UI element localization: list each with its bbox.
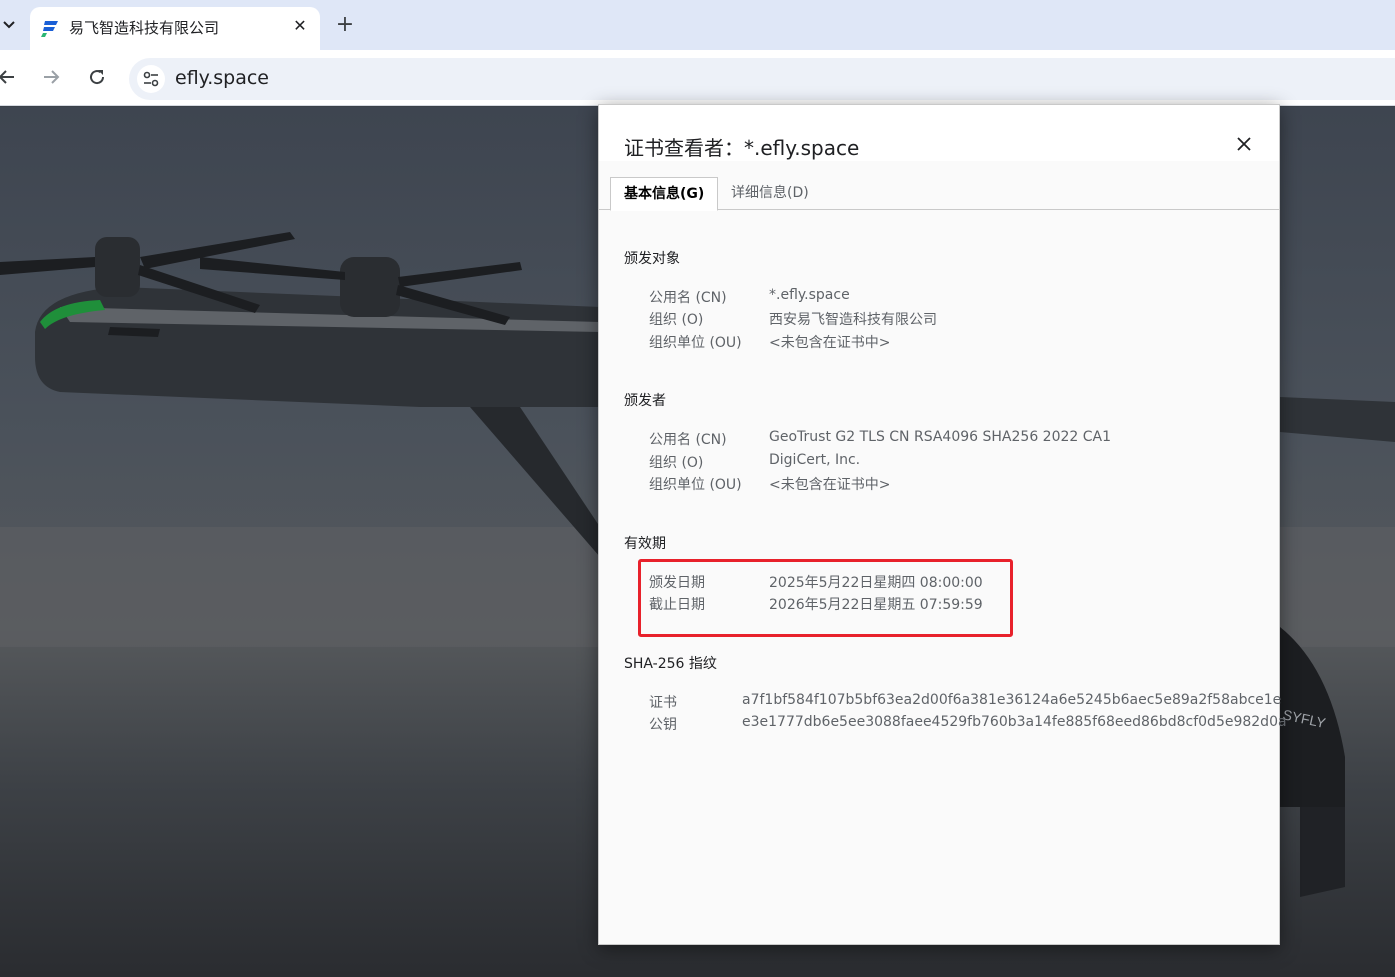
subject-cn-value: *.efly.space	[769, 287, 850, 303]
subject-cn-label: 公用名 (CN)	[649, 290, 727, 306]
browser-tab-active[interactable]: 易飞智造科技有限公司 ✕	[30, 7, 320, 50]
forward-button[interactable]	[38, 64, 64, 90]
tab-search-button[interactable]	[0, 12, 18, 38]
certificate-viewer-dialog: 证书查看者：*.efly.space 基本信息(G) 详细信息(D) 颁发对象 …	[598, 104, 1287, 945]
issuer-o-label: 组织 (O)	[649, 455, 704, 471]
tab-details[interactable]: 详细信息(D)	[718, 177, 822, 210]
issuer-o-value: DigiCert, Inc.	[769, 452, 861, 468]
validity-heading: 有效期	[624, 536, 666, 552]
url-text[interactable]: efly.space	[175, 67, 269, 89]
chevron-down-icon	[3, 21, 15, 29]
cert-fingerprint-value: a7f1bf584f107b5bf63ea2d00f6a381e36124a6e…	[742, 692, 1282, 708]
tab-strip: 易飞智造科技有限公司 ✕ +	[0, 0, 1395, 50]
arrow-right-icon	[44, 70, 60, 84]
address-bar[interactable]: efly.space	[129, 58, 1395, 100]
tune-icon	[143, 71, 159, 87]
dialog-close-button[interactable]	[1231, 131, 1257, 157]
fingerprint-heading: SHA-256 指纹	[624, 656, 717, 672]
back-button[interactable]	[0, 64, 20, 90]
issuer-cn-value: GeoTrust G2 TLS CN RSA4096 SHA256 2022 C…	[769, 429, 1112, 445]
dialog-title: 证书查看者：*.efly.space	[624, 136, 860, 160]
subject-ou-value: <未包含在证书中>	[769, 335, 891, 351]
site-info-button[interactable]	[137, 65, 165, 93]
issuer-cn-label: 公用名 (CN)	[649, 432, 727, 448]
dialog-tabs: 基本信息(G) 详细信息(D)	[599, 177, 1279, 211]
subject-ou-label: 组织单位 (OU)	[649, 335, 742, 351]
tab-general[interactable]: 基本信息(G)	[610, 177, 719, 211]
arrow-left-icon	[0, 70, 14, 84]
subject-o-value: 西安易飞智造科技有限公司	[769, 312, 937, 328]
subject-o-label: 组织 (O)	[649, 312, 704, 328]
subject-heading: 颁发对象	[624, 251, 680, 267]
efly-favicon-icon	[41, 21, 58, 37]
issuer-heading: 颁发者	[624, 393, 666, 409]
reload-icon	[90, 70, 105, 85]
tab-title: 易飞智造科技有限公司	[69, 19, 220, 37]
close-icon	[1237, 137, 1251, 151]
issuer-ou-label: 组织单位 (OU)	[649, 477, 742, 493]
issuer-ou-value: <未包含在证书中>	[769, 477, 891, 493]
pubkey-fingerprint-value: e3e1777db6e5ee3088faee4529fb760b3a14fe88…	[742, 714, 1287, 730]
new-tab-button[interactable]: +	[333, 13, 357, 37]
reload-button[interactable]	[84, 64, 110, 90]
pubkey-fingerprint-label: 公钥	[649, 717, 677, 733]
tab-close-button[interactable]: ✕	[288, 14, 312, 38]
browser-toolbar: efly.space	[0, 50, 1395, 106]
dialog-header: 证书查看者：*.efly.space	[599, 105, 1279, 161]
validity-highlight-box	[638, 559, 1013, 637]
cert-fingerprint-label: 证书	[649, 695, 677, 711]
